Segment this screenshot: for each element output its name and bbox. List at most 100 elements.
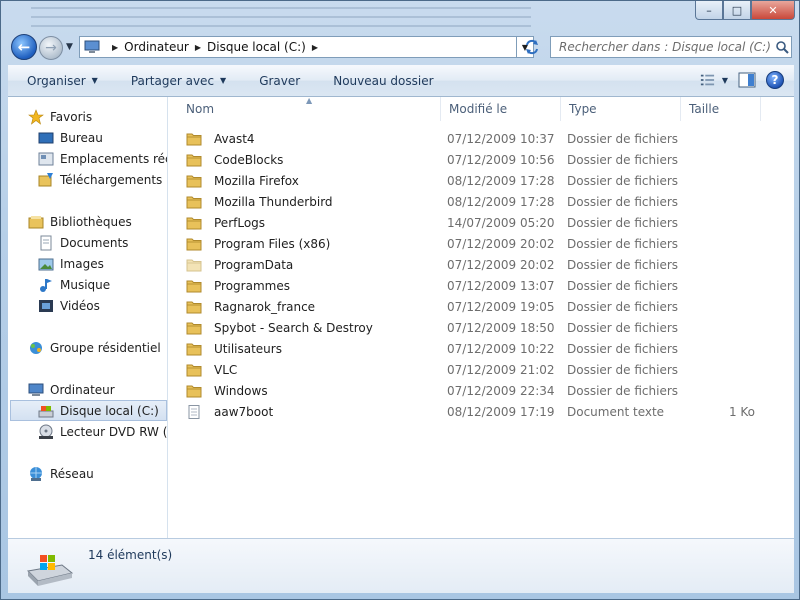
sidebar-item-libraries[interactable]: Bibliothèques (28, 211, 167, 232)
table-row[interactable]: Utilisateurs 07/12/2009 10:22 Dossier de f… (178, 338, 778, 359)
sidebar-item-computer[interactable]: Ordinateur (28, 379, 167, 400)
table-row[interactable]: Spybot - Search & Destroy 07/12/2009 18:5… (178, 317, 778, 338)
column-header-modified[interactable]: Modifié le (441, 97, 561, 121)
music-icon (40, 278, 52, 292)
sidebar-item-homegroup[interactable]: Groupe résidentiel (28, 337, 167, 358)
details-view-icon (700, 74, 715, 86)
preview-pane-button[interactable] (738, 72, 756, 88)
navigation-pane[interactable]: Favoris Bureau Emplacements récents Télé… (8, 97, 168, 538)
table-row[interactable]: Mozilla Thunderbird 08/12/2009 17:28 Dossi… (178, 191, 778, 212)
search-box[interactable]: Rechercher dans : Disque local (C:) (550, 36, 792, 58)
breadcrumb-separator[interactable]: ▶ (312, 43, 318, 52)
change-view-button[interactable]: ▼ (700, 71, 728, 89)
sidebar-item-network[interactable]: Réseau (28, 463, 167, 484)
file-name: Programmes (214, 278, 290, 293)
table-row[interactable]: Avast4 07/12/2009 10:37 Dossier de fichier… (178, 128, 778, 149)
table-row[interactable]: VLC 07/12/2009 21:02 Dossier de fichiers (178, 359, 778, 380)
file-name-cell: Mozilla Thunderbird (186, 191, 333, 212)
sidebar-item-desktop[interactable]: Bureau (38, 127, 167, 148)
breadcrumb-separator[interactable]: ▶ (195, 43, 201, 52)
maximize-button[interactable]: □ (723, 1, 751, 20)
table-row[interactable]: Mozilla Firefox 08/12/2009 17:28 Dossier d… (178, 170, 778, 191)
address-bar[interactable]: ▶ Ordinateur ▶ Disque local (C:) ▶ (79, 36, 517, 58)
forward-button[interactable]: → (39, 36, 63, 60)
table-row[interactable]: Program Files (x86) 07/12/2009 20:02 Dossi… (178, 233, 778, 254)
file-size (678, 296, 755, 317)
sidebar-item-images[interactable]: Images (38, 253, 167, 274)
file-type: Dossier de fichiers (567, 236, 679, 251)
close-button[interactable]: ✕ (751, 1, 795, 20)
file-type: Dossier de fichiers (567, 341, 679, 356)
refresh-button[interactable] (519, 36, 545, 58)
folder-icon (186, 301, 202, 313)
local-disk-icon (26, 555, 74, 586)
chevron-down-icon: ▼ (220, 76, 227, 85)
burn-button[interactable]: Graver (240, 65, 314, 96)
document-icon (40, 235, 52, 250)
minimize-button[interactable]: – (695, 1, 723, 20)
back-button[interactable]: ← (11, 34, 37, 60)
file-modified: 08/12/2009 17:28 (447, 173, 555, 188)
file-size: 1 Ko (728, 404, 755, 419)
table-row[interactable]: CodeBlocks 07/12/2009 10:56 Dossier de fic… (178, 149, 778, 170)
chevron-down-icon[interactable]: ▼ (722, 76, 728, 85)
search-input[interactable]: Rechercher dans : Disque local (C:) (559, 40, 773, 54)
computer-icon (84, 40, 100, 53)
new-folder-button[interactable]: Nouveau dossier (314, 65, 447, 96)
file-modified: 07/12/2009 10:37 (447, 131, 555, 146)
file-name: ProgramData (214, 257, 294, 272)
recent-pages-dropdown[interactable]: ▼ (66, 42, 73, 52)
file-name: CodeBlocks (214, 152, 284, 167)
background-window-ghost (31, 7, 531, 31)
table-row[interactable]: aaw7boot 08/12/2009 17:19 Document texte 1 … (178, 401, 778, 422)
sidebar-item-favorites[interactable]: Favoris (28, 106, 167, 127)
file-size (678, 233, 755, 254)
sidebar-item-recent-places[interactable]: Emplacements récents (38, 148, 167, 169)
refresh-icon (526, 39, 538, 55)
star-icon (28, 108, 44, 125)
sidebar-item-documents[interactable]: Documents (38, 232, 167, 253)
item-count: 14 élément(s) (88, 548, 173, 562)
hidden-folder-icon (186, 259, 202, 271)
sort-ascending-icon: ▲ (306, 97, 313, 105)
file-name: aaw7boot (214, 404, 274, 419)
explorer-window: – □ ✕ ← → ▼ ▶ Ordinateur ▶ Disque local (… (0, 0, 800, 600)
table-row[interactable]: PerfLogs 14/07/2009 05:20 Dossier de fichi… (178, 212, 778, 233)
table-row[interactable]: Ragnarok_france 07/12/2009 19:05 Dossier d… (178, 296, 778, 317)
column-header-type[interactable]: Type (561, 97, 681, 121)
breadcrumb-computer[interactable]: Ordinateur ▶ (124, 40, 207, 54)
command-bar: Organiser ▼ Partager avec ▼ Graver Nouveau… (8, 65, 794, 97)
sidebar-item-dvd-drive[interactable]: Lecteur DVD RW (D:) (38, 421, 167, 442)
sidebar-item-videos[interactable]: Vidéos (38, 295, 167, 316)
folder-icon (186, 343, 202, 355)
search-icon[interactable] (773, 38, 791, 56)
table-row[interactable]: Windows 07/12/2009 22:34 Dossier de fichie… (178, 380, 778, 401)
breadcrumb-local-disk[interactable]: Disque local (C:) ▶ (207, 40, 324, 54)
breadcrumb-root-separator[interactable]: ▶ (106, 43, 124, 52)
file-name: Windows (214, 383, 268, 398)
share-menu[interactable]: Partager avec ▼ (112, 65, 240, 96)
navigation-row: ← → ▼ ▶ Ordinateur ▶ Disque local (C:) ▶ ▼ (1, 31, 799, 63)
folder-icon (186, 154, 202, 166)
folder-icon (186, 175, 202, 187)
sidebar-item-downloads[interactable]: Téléchargements (38, 169, 167, 190)
computer-icon (28, 383, 44, 396)
file-name-cell: CodeBlocks (186, 149, 283, 170)
file-size (678, 149, 755, 170)
column-header-size[interactable]: Taille (681, 97, 761, 121)
file-size (678, 212, 755, 233)
organize-menu[interactable]: Organiser ▼ (8, 65, 112, 96)
table-row[interactable]: Programmes 07/12/2009 13:07 Dossier de fic… (178, 275, 778, 296)
file-name: Mozilla Firefox (214, 173, 299, 188)
file-type: Dossier de fichiers (567, 152, 679, 167)
file-name: Program Files (x86) (214, 236, 331, 251)
file-list[interactable]: Nom ▲ Modifié le Type Taille Avast4 07/12… (178, 97, 794, 538)
back-arrow-icon: ← (17, 38, 31, 56)
dvd-drive-icon (39, 424, 53, 439)
sidebar-item-local-disk[interactable]: Disque local (C:) (10, 400, 167, 421)
table-row[interactable]: ProgramData 07/12/2009 20:02 Dossier de fi… (178, 254, 778, 275)
title-bar[interactable]: – □ ✕ (1, 1, 799, 31)
sidebar-item-music[interactable]: Musique (38, 274, 167, 295)
file-name: Mozilla Thunderbird (214, 194, 333, 209)
help-button[interactable]: ? (766, 71, 784, 89)
